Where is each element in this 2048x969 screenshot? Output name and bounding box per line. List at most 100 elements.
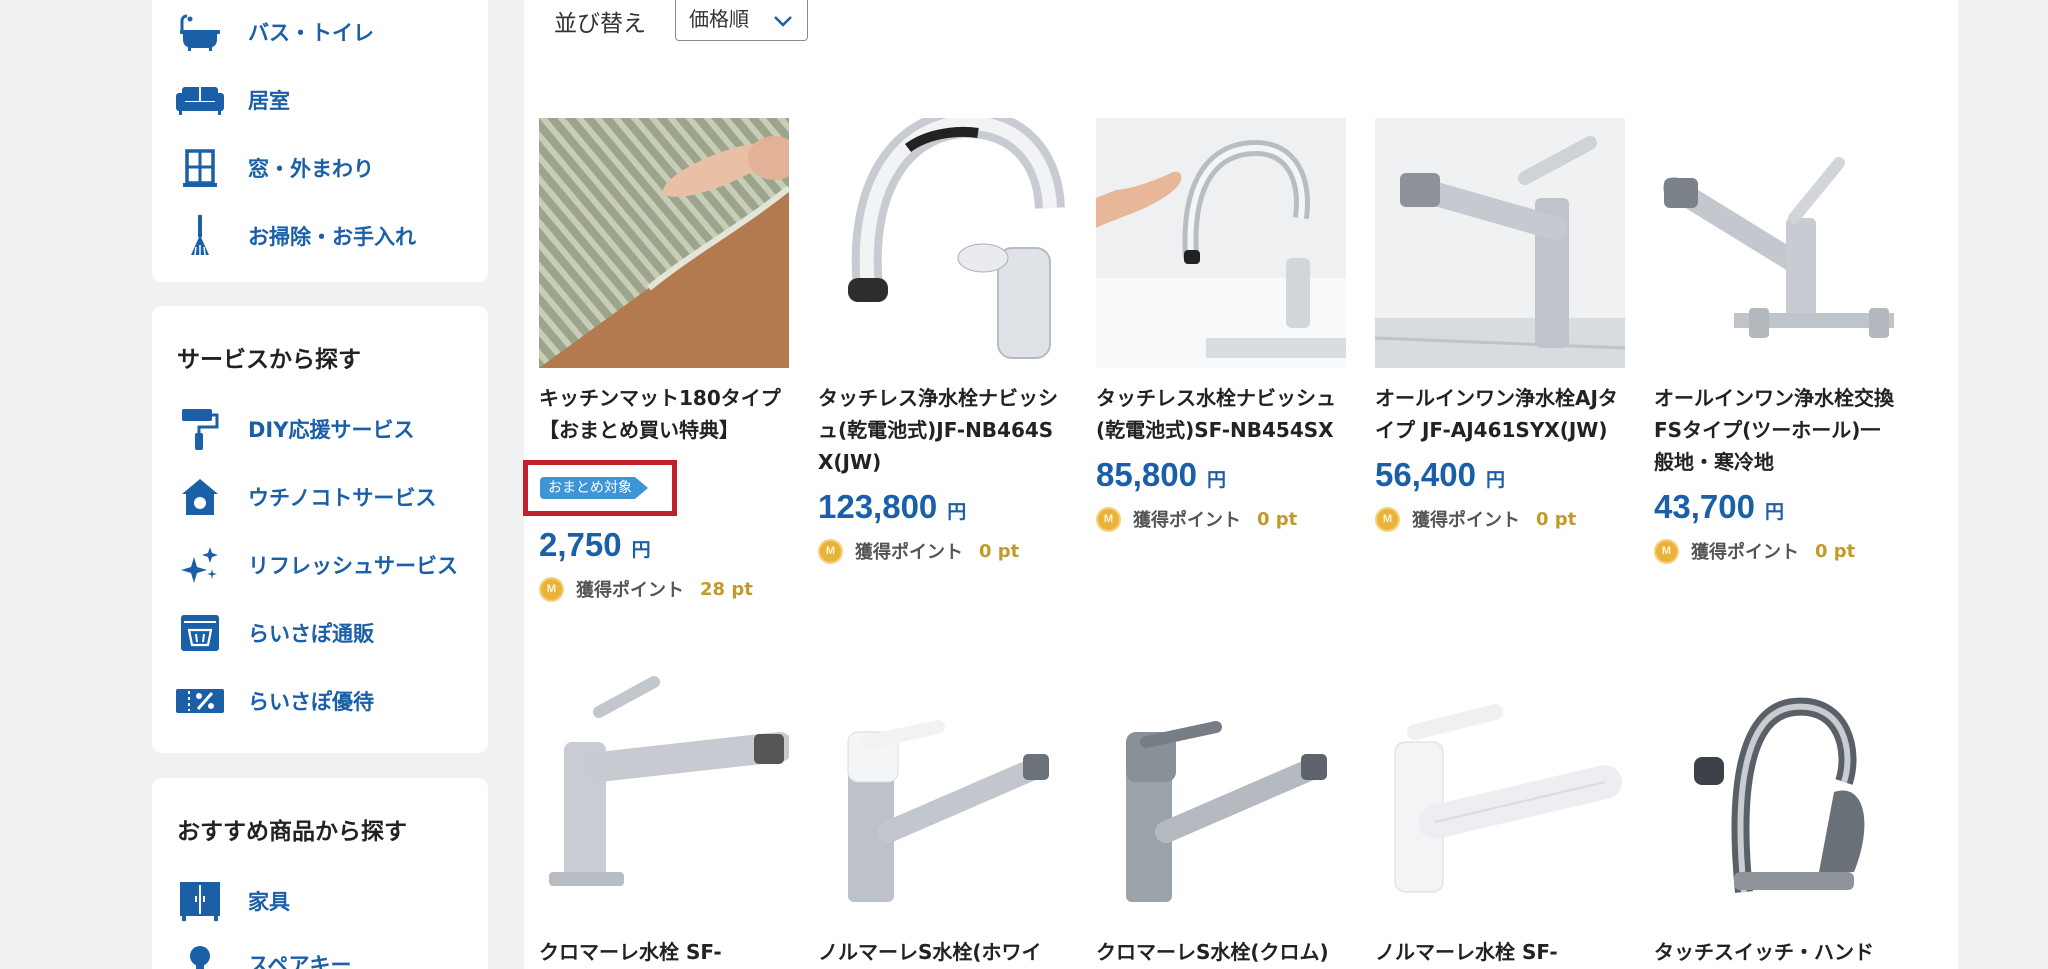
points-label: 獲得ポイント — [855, 542, 963, 563]
product-image-faucet-chrome[interactable] — [1096, 672, 1346, 922]
product-price: 56,400 円 — [1375, 456, 1625, 494]
product-card[interactable]: ノルマーレS水栓(ホワイ — [818, 672, 1068, 968]
product-name: キッチンマット180タイプ 【おまとめ買い特典】 — [539, 386, 801, 442]
price-value: 43,700 — [1654, 488, 1755, 525]
product-points: M 獲得ポイント 0 pt — [818, 538, 1068, 564]
point-coin-icon: M — [1375, 506, 1400, 532]
product-image-two-hole-faucet[interactable] — [1654, 118, 1904, 368]
product-card[interactable]: キッチンマット180タイプ 【おまとめ買い特典】 おまとめ対象 2,750 円 … — [523, 118, 801, 602]
price-value: 85,800 — [1096, 456, 1197, 493]
bathtub-icon — [176, 9, 224, 55]
product-points: M 獲得ポイント 28 pt — [539, 576, 789, 602]
sparkle-icon — [176, 542, 224, 588]
sidebar-item-label: らいさぽ優待 — [248, 690, 374, 714]
points-label: 獲得ポイント — [1412, 510, 1520, 531]
product-name: タッチレス浄水栓ナビッシュ(乾電池式)JF-NB464SX(JW) — [818, 386, 1058, 474]
sort-label: 並び替え — [554, 11, 646, 37]
sidebar-item-diy[interactable]: DIY応援サービス — [176, 403, 414, 455]
product-card[interactable]: クロマーレ水栓 SF- — [539, 672, 789, 968]
sidebar-item-yutai[interactable]: らいさぽ優待 — [176, 675, 374, 727]
sidebar-item-label: お掃除・お手入れ — [248, 225, 416, 249]
point-coin-icon: M — [818, 538, 843, 564]
product-points: M 獲得ポイント 0 pt — [1096, 506, 1346, 532]
key-icon — [176, 941, 224, 969]
cabinet-icon — [176, 878, 224, 924]
product-name: クロマーレS水栓(クロム) — [1096, 940, 1329, 964]
sidebar-item-bath-toilet[interactable]: バス・トイレ — [176, 6, 374, 58]
product-image-touch-switch-faucet[interactable] — [1654, 672, 1904, 922]
product-price: 123,800 円 — [818, 488, 1068, 526]
sort-select[interactable]: 価格順 — [675, 0, 808, 41]
sidebar-item-room[interactable]: 居室 — [176, 74, 290, 126]
sofa-icon — [176, 77, 224, 123]
window-icon — [176, 145, 224, 191]
service-heading: サービスから探す — [177, 347, 361, 373]
sidebar-item-refresh[interactable]: リフレッシュサービス — [176, 539, 458, 591]
product-image-allinone-faucet[interactable] — [1375, 118, 1625, 368]
bundle-badge: おまとめ対象 — [540, 477, 648, 499]
price-value: 56,400 — [1375, 456, 1476, 493]
product-card[interactable]: タッチレス浄水栓ナビッシュ(乾電池式)JF-NB464SX(JW) 123,80… — [818, 118, 1068, 564]
product-card[interactable]: タッチレス水栓ナビッシュ(乾電池式)SF-NB454SX 85,800 円 M … — [1096, 118, 1346, 532]
product-points: M 獲得ポイント 0 pt — [1375, 506, 1625, 532]
product-list-panel: 並び替え 価格順 キッチンマット180タイプ 【おまとめ買い特典】 おまとめ対象… — [523, 0, 1958, 969]
sidebar-item-label: スペアキー — [248, 953, 352, 969]
sidebar-item-uchinokoto[interactable]: ウチノコトサービス — [176, 471, 436, 523]
points-value: 28 pt — [700, 578, 753, 600]
recommend-heading: おすすめ商品から探す — [177, 819, 407, 845]
broom-icon — [176, 213, 224, 259]
recommend-card: おすすめ商品から探す 家具 スペアキー — [152, 778, 488, 969]
sidebar-item-label: 家具 — [248, 890, 290, 914]
sidebar-item-spare-key[interactable]: スペアキー — [176, 938, 352, 969]
sidebar-item-label: 居室 — [248, 89, 290, 113]
product-name: タッチレス水栓ナビッシュ(乾電池式)SF-NB454SX — [1096, 386, 1336, 442]
product-image-faucet-white[interactable] — [1375, 672, 1625, 922]
sidebar-item-label: 窓・外まわり — [248, 157, 374, 181]
points-value: 0 pt — [1536, 508, 1577, 530]
price-currency: 円 — [1485, 469, 1505, 491]
product-name: ノルマーレ水栓 SF- — [1375, 940, 1558, 964]
points-value: 0 pt — [1257, 508, 1298, 530]
product-name: オールインワン浄水栓交換 FSタイプ(ツーホール)一般地・寒冷地 — [1654, 386, 1914, 474]
sort-selected-value: 価格順 — [689, 7, 749, 31]
point-coin-icon: M — [1654, 538, 1679, 564]
price-currency: 円 — [1206, 469, 1226, 491]
sidebar-item-window[interactable]: 窓・外まわり — [176, 142, 374, 194]
points-value: 0 pt — [979, 540, 1020, 562]
product-card[interactable]: クロマーレS水栓(クロム) — [1096, 672, 1346, 968]
product-image-touchless-faucet-hand[interactable] — [1096, 118, 1346, 368]
points-value: 0 pt — [1815, 540, 1856, 562]
paint-roller-icon — [176, 406, 224, 452]
points-label: 獲得ポイント — [1133, 510, 1241, 531]
point-coin-icon: M — [539, 576, 564, 602]
product-name: タッチスイッチ・ハンド — [1654, 940, 1874, 964]
sidebar-item-tsuhan[interactable]: らいさぽ通販 — [176, 607, 374, 659]
product-image-faucet-white-base[interactable] — [818, 672, 1068, 922]
product-card[interactable]: オールインワン浄水栓AJタイプ JF-AJ461SYX(JW) 56,400 円… — [1375, 118, 1625, 532]
sidebar-item-label: らいさぽ通販 — [248, 622, 374, 646]
product-card[interactable]: タッチスイッチ・ハンド — [1654, 672, 1904, 968]
price-currency: 円 — [1764, 501, 1784, 523]
service-card: サービスから探す DIY応援サービス ウチノコトサービス リフレッシュサービス … — [152, 306, 488, 753]
points-label: 獲得ポイント — [1691, 542, 1799, 563]
sidebar-item-cleaning[interactable]: お掃除・お手入れ — [176, 210, 416, 262]
product-points: M 獲得ポイント 0 pt — [1654, 538, 1904, 564]
house-icon — [176, 474, 224, 520]
sidebar-item-furniture[interactable]: 家具 — [176, 875, 290, 927]
point-coin-icon: M — [1096, 506, 1121, 532]
product-card[interactable]: ノルマーレ水栓 SF- — [1375, 672, 1625, 968]
points-label: 獲得ポイント — [576, 580, 684, 601]
product-image-pullout-faucet-chrome[interactable] — [539, 672, 789, 922]
price-currency: 円 — [631, 539, 651, 561]
product-image-touchless-faucet[interactable] — [818, 118, 1068, 368]
product-price: 43,700 円 — [1654, 488, 1904, 526]
price-currency: 円 — [947, 501, 967, 523]
sidebar-item-label: ウチノコトサービス — [248, 486, 437, 510]
product-image-kitchen-mat[interactable] — [539, 118, 789, 368]
product-card[interactable]: オールインワン浄水栓交換 FSタイプ(ツーホール)一般地・寒冷地 43,700 … — [1654, 118, 1914, 564]
product-name: ノルマーレS水栓(ホワイ — [818, 940, 1042, 964]
category-card: バス・トイレ 居室 窓・外まわり お掃除・お手入れ — [152, 0, 488, 282]
shopping-basket-icon — [176, 610, 224, 656]
price-value: 123,800 — [818, 488, 938, 525]
bundle-badge-highlight: おまとめ対象 — [523, 460, 677, 516]
